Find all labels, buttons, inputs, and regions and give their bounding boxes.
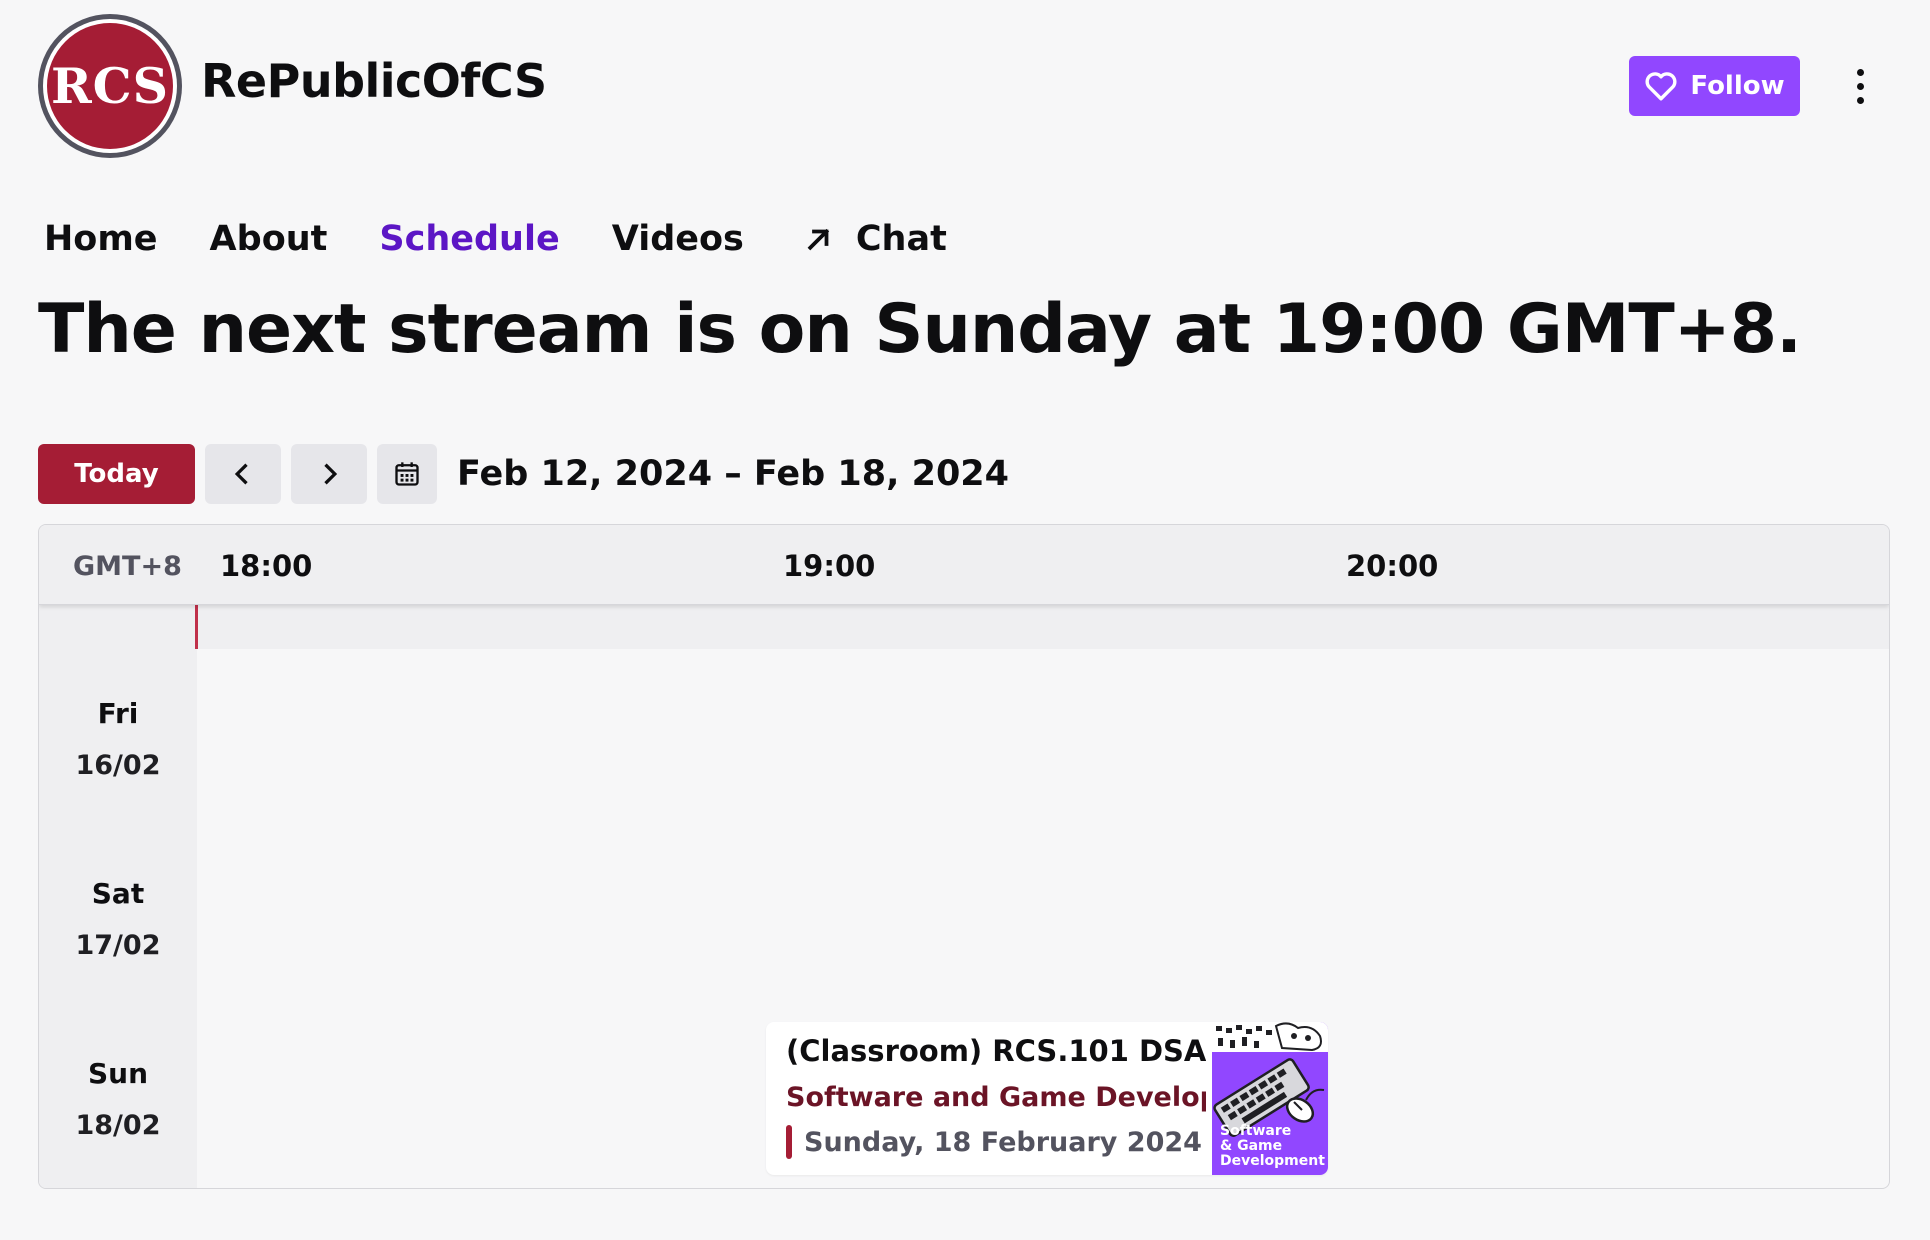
nav-home[interactable]: Home: [44, 219, 158, 259]
channel-header: RCS RePublicOfCS Follow: [0, 0, 1930, 175]
follow-button[interactable]: Follow: [1629, 56, 1800, 116]
event-time: Sunday, 18 February 2024 · 19:00: [804, 1126, 1206, 1158]
next-week-button[interactable]: [291, 444, 367, 504]
next-stream-heading: The next stream is on Sunday at 19:00 GM…: [38, 290, 1802, 369]
timezone-label: GMT+8: [73, 551, 182, 582]
chevron-right-icon: [324, 463, 338, 485]
day-date: 17/02: [75, 930, 161, 961]
calendar-top-strip: [39, 605, 1889, 649]
event-accent-bar: [786, 1125, 792, 1159]
day-name: Sat: [91, 877, 145, 910]
schedule-toolbar: Today Feb 12, 2024 – Feb 18, 2024: [38, 444, 1009, 504]
follow-label: Follow: [1690, 71, 1785, 101]
nav-chat-label: Chat: [855, 219, 947, 259]
event-when: Sunday, 18 February 2024 · 19:00: [786, 1125, 1206, 1159]
previous-week-button[interactable]: [205, 444, 281, 504]
schedule-calendar: GMT+8 18:00 19:00 20:00 Fri 16/02 Sat 17…: [38, 524, 1890, 1189]
day-label: Fri 16/02: [39, 697, 197, 781]
day-label: Sat 17/02: [39, 877, 197, 961]
nav-videos[interactable]: Videos: [612, 219, 744, 259]
channel-nav: Home About Schedule Videos Chat: [44, 214, 999, 264]
avatar-ring: RCS: [43, 19, 177, 153]
date-range-label: Feb 12, 2024 – Feb 18, 2024: [457, 454, 1010, 494]
more-options-button[interactable]: [1842, 62, 1878, 110]
channel-avatar[interactable]: RCS: [38, 14, 182, 158]
day-name: Fri: [97, 697, 139, 730]
time-label: 20:00: [1346, 549, 1439, 583]
day-date: 18/02: [75, 1110, 161, 1141]
time-label: 18:00: [220, 549, 313, 583]
day-label: Sun 18/02: [39, 1057, 197, 1141]
channel-name[interactable]: RePublicOfCS: [201, 54, 547, 108]
event-category[interactable]: Software and Game Development: [786, 1082, 1206, 1113]
nav-schedule[interactable]: Schedule: [379, 219, 559, 259]
thumbnail-caption-line: & Game: [1220, 1138, 1283, 1154]
external-arrow-icon: [807, 228, 830, 251]
day-date: 16/02: [75, 750, 161, 781]
day-name: Sun: [87, 1057, 149, 1090]
thumbnail-caption: Software & Game Development: [1220, 1124, 1325, 1169]
current-time-indicator: [195, 605, 198, 649]
event-details: (Classroom) RCS.101 DSA In Action Softwa…: [786, 1034, 1206, 1159]
schedule-event-card[interactable]: (Classroom) RCS.101 DSA In Action Softwa…: [766, 1022, 1328, 1175]
chevron-left-icon: [234, 463, 248, 485]
thumbnail-caption-line: Software: [1220, 1123, 1292, 1139]
nav-about[interactable]: About: [210, 219, 328, 259]
nav-chat[interactable]: Chat: [796, 219, 947, 259]
event-title: (Classroom) RCS.101 DSA In Action: [786, 1034, 1206, 1068]
thumbnail-caption-line: Development: [1220, 1153, 1325, 1169]
time-label: 19:00: [783, 549, 876, 583]
calendar-header: GMT+8 18:00 19:00 20:00: [39, 525, 1889, 605]
avatar-logo-text: RCS: [47, 23, 173, 149]
today-button[interactable]: Today: [38, 444, 195, 504]
more-dot-icon: [1856, 96, 1864, 104]
date-picker-button[interactable]: [377, 444, 437, 504]
more-dot-icon: [1856, 68, 1864, 76]
calendar-icon: [395, 462, 419, 486]
more-dot-icon: [1856, 82, 1864, 90]
category-thumbnail[interactable]: Software & Game Development: [1212, 1022, 1328, 1175]
heart-icon: [1645, 72, 1677, 101]
